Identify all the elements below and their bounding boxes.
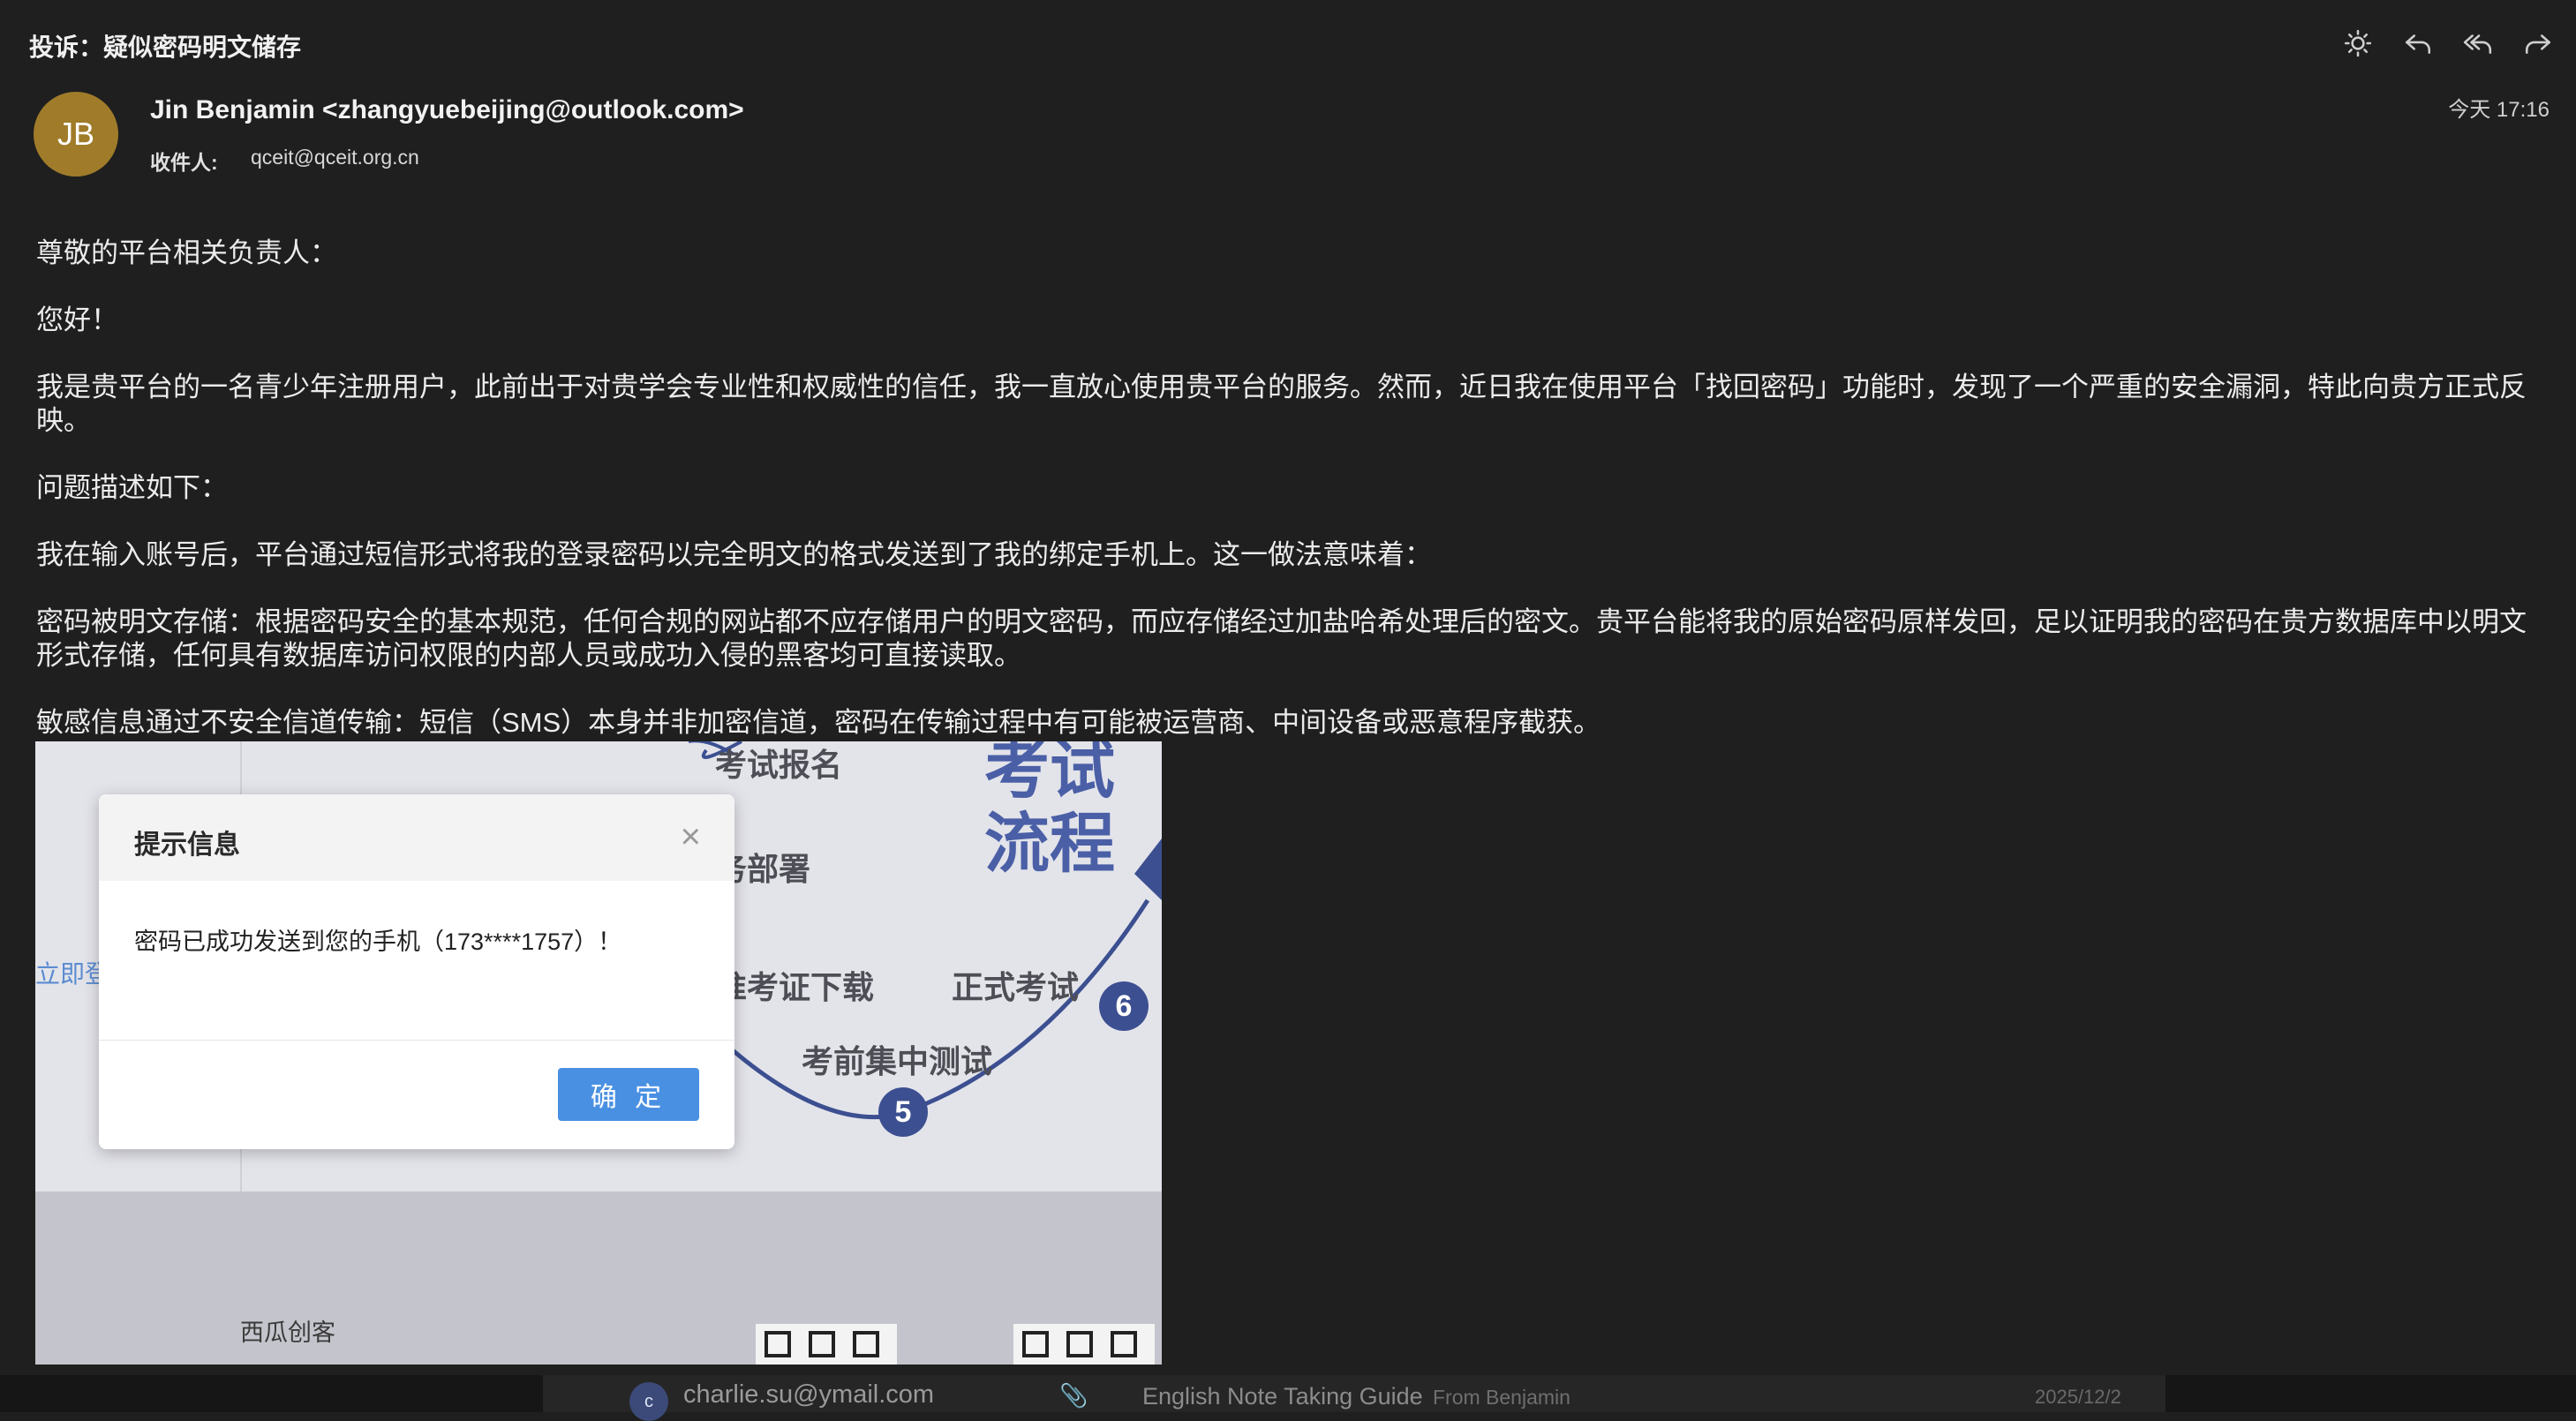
body-greeting: 尊敬的平台相关负责人： <box>36 237 337 268</box>
screenshot-footer <box>35 1192 1162 1365</box>
body-paragraph-sms: 敏感信息通过不安全信道传输：短信（SMS）本身并非加密信道，密码在传输过程中有可… <box>36 707 1601 738</box>
body-problem-heading: 问题描述如下： <box>36 472 228 503</box>
list-avatar: c <box>629 1382 668 1421</box>
embedded-screenshot: 考试 流程 考试报名 务部署 准考证下载 正式考试 考前集中测试 5 6 立即登… <box>35 741 1162 1365</box>
recipient-label: 收件人: <box>150 151 218 174</box>
forward-button[interactable] <box>2521 26 2555 60</box>
dialog-ok-button: 确 定 <box>558 1068 699 1121</box>
step-number-6: 6 <box>1099 981 1149 1031</box>
qr-code-1 <box>756 1324 897 1365</box>
mail-list-peek: c charlie.su@ymail.com 📎 English Note Ta… <box>0 1375 2576 1421</box>
dialog-title: 提示信息 <box>134 831 240 860</box>
flow-label-signup: 考试报名 <box>715 747 843 783</box>
list-sender-email: charlie.su@ymail.com <box>683 1380 935 1409</box>
list-subject: English Note Taking Guide <box>1142 1383 1423 1410</box>
dialog-divider <box>99 1040 734 1041</box>
brightness-icon <box>2344 29 2372 57</box>
qr-code-2 <box>1013 1324 1155 1365</box>
footer-brand-text: 西瓜创客 <box>240 1320 335 1346</box>
reply-button[interactable] <box>2401 26 2435 60</box>
flow-label-pretest: 考前集中测试 <box>802 1043 993 1079</box>
flow-title: 考试 流程 <box>984 741 1115 880</box>
email-subject: 投诉：疑似密码明文储存 <box>29 34 302 61</box>
close-icon: × <box>680 817 701 856</box>
list-date: 2025/12/2 <box>2035 1386 2121 1408</box>
body-paragraph-detail: 我在输入账号后，平台通过短信形式将我的登录密码以完全明文的格式发送到了我的绑定手… <box>36 539 1432 570</box>
brightness-toggle-button[interactable] <box>2341 26 2375 60</box>
info-dialog: 提示信息 × 密码已成功发送到您的手机（173****1757）！ 确 定 <box>99 794 734 1149</box>
reply-all-icon <box>2463 34 2492 54</box>
dialog-header: 提示信息 × <box>99 794 734 881</box>
recipient-address[interactable]: qceit@qceit.org.cn <box>251 146 419 169</box>
email-toolbar <box>2341 26 2555 60</box>
attachment-icon: 📎 <box>1059 1382 1088 1409</box>
forward-icon <box>2525 34 2551 54</box>
body-paragraph-plaintext: 密码被明文存储：根据密码安全的基本规范，任何合规的网站都不应存储用户的明文密码，… <box>36 606 2527 671</box>
step-number-5: 5 <box>878 1087 928 1137</box>
sender-avatar: JB <box>34 92 118 177</box>
reply-icon <box>2405 34 2431 54</box>
email-date: 今天 17:16 <box>2448 98 2550 122</box>
dialog-message: 密码已成功发送到您的手机（173****1757）！ <box>134 929 622 955</box>
sender-name[interactable]: Jin Benjamin <zhangyuebeijing@outlook.co… <box>150 95 744 125</box>
list-from: From Benjamin <box>1433 1386 1570 1409</box>
reply-all-button[interactable] <box>2461 26 2495 60</box>
body-hello: 您好！ <box>36 304 118 335</box>
flow-label-exam: 正式考试 <box>952 969 1080 1005</box>
flow-label-admit: 准考证下载 <box>715 969 875 1005</box>
body-paragraph-intro: 我是贵平台的一名青少年注册用户，此前出于对贵学会专业性和权威性的信任，我一直放心… <box>36 372 2527 436</box>
